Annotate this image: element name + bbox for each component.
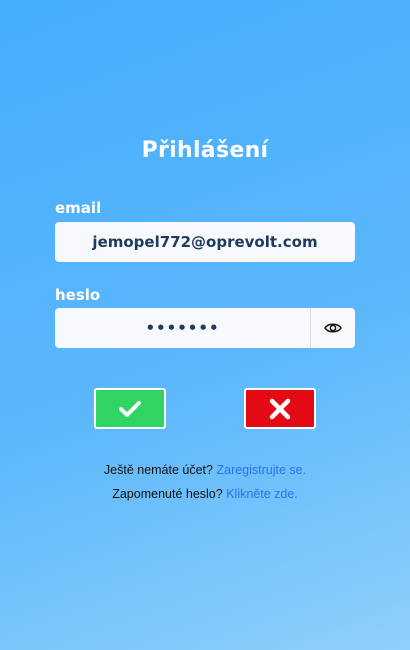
forgot-password-link[interactable]: Klikněte zde. [226, 487, 298, 501]
eye-icon [324, 323, 342, 333]
password-label: heslo [55, 286, 101, 304]
password-input[interactable]: ••••••• [55, 308, 310, 348]
register-link[interactable]: Zaregistrujte se. [216, 463, 306, 477]
password-field-group: ••••••• [55, 308, 355, 348]
x-icon [269, 398, 291, 419]
show-password-button[interactable] [310, 308, 355, 348]
submit-button[interactable] [94, 388, 166, 429]
forgot-password-text: Zapomenuté heslo? [112, 487, 223, 501]
no-account-text: Ještě nemáte účet? [103, 463, 213, 477]
register-row: Ještě nemáte účet? Zaregistrujte se. [0, 463, 410, 477]
email-label: email [55, 199, 102, 217]
checkmark-icon [119, 400, 141, 417]
forgot-row: Zapomenuté heslo? Klikněte zde. [0, 487, 410, 501]
cancel-button[interactable] [244, 388, 316, 429]
email-field[interactable]: jemopel772@oprevolt.com [55, 222, 355, 262]
page-title: Přihlášení [141, 138, 269, 163]
email-value: jemopel772@oprevolt.com [92, 233, 318, 251]
